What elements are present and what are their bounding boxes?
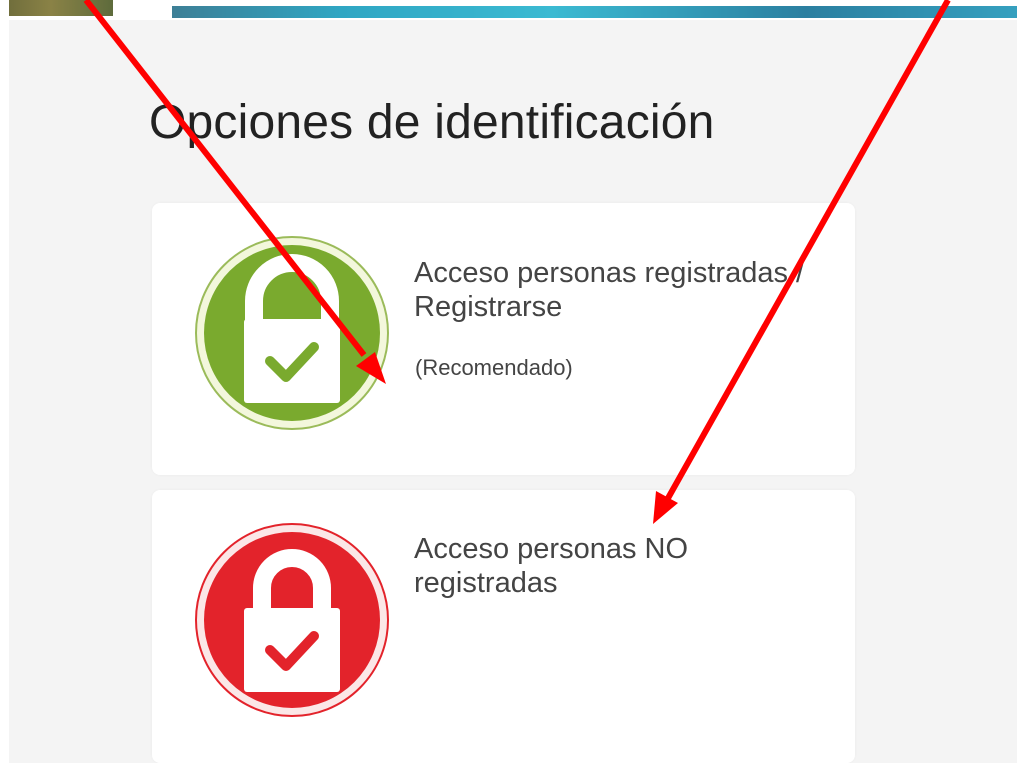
page-title: Opciones de identificación <box>149 96 715 149</box>
option-registered-title: Acceso personas registradas / Registrars… <box>414 257 805 323</box>
option-unregistered-title: Acceso personas NO registradas <box>414 533 689 599</box>
lock-red-icon <box>195 523 389 717</box>
option-registered-card[interactable]: Acceso personas registradas / Registrars… <box>152 203 855 475</box>
main-content: Opciones de identificación Acceso person… <box>9 20 1017 763</box>
header-photo <box>0 0 113 16</box>
left-page-edge <box>0 0 9 763</box>
top-header-strip <box>0 0 1017 20</box>
lock-green-icon <box>195 236 389 430</box>
option-unregistered-card[interactable]: Acceso personas NO registradas <box>152 490 855 763</box>
header-banner <box>172 6 1017 18</box>
option-registered-note: (Recomendado) <box>415 355 573 380</box>
